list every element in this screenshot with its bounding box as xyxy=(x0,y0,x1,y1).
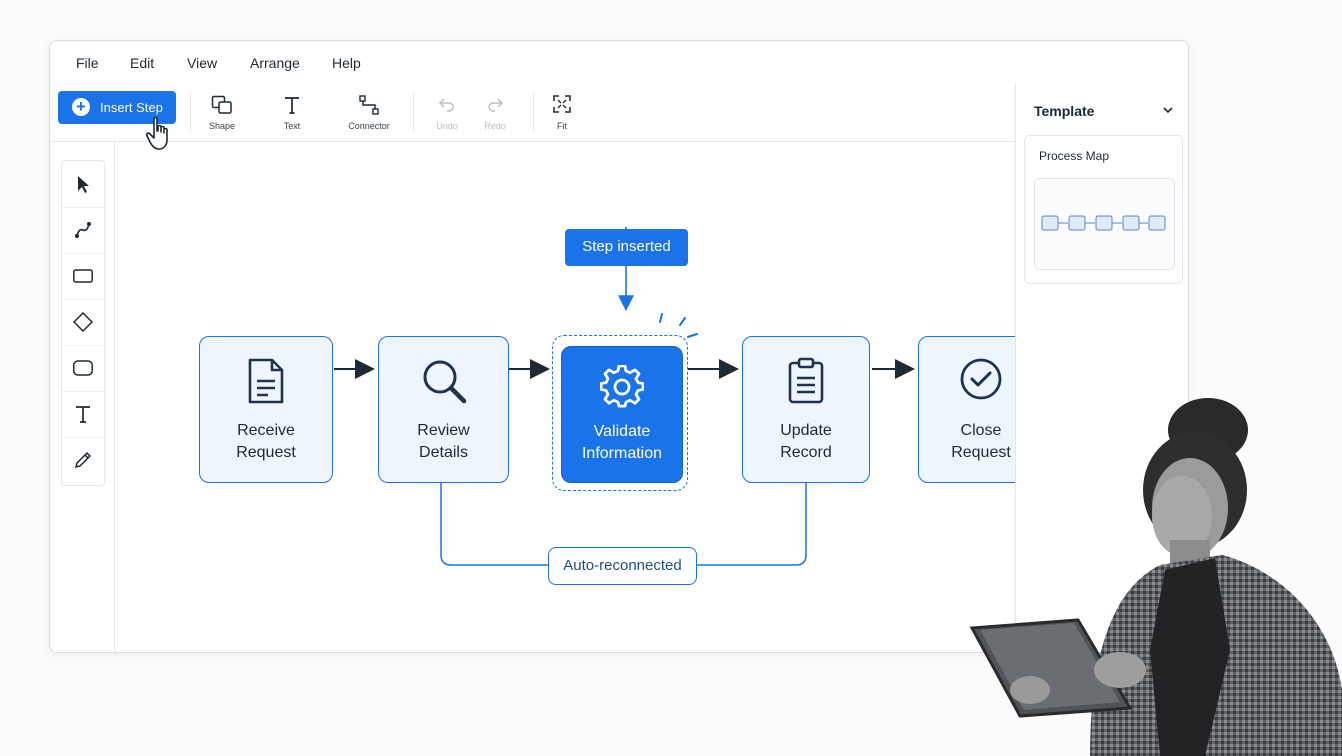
connector-tool-label: Connector xyxy=(348,121,390,131)
search-icon xyxy=(423,360,466,404)
text-icon xyxy=(76,406,90,423)
redo-label: Redo xyxy=(484,121,506,131)
gear-icon xyxy=(600,365,644,408)
pen-tool[interactable] xyxy=(62,437,104,483)
node-label-line1: Receive xyxy=(237,422,295,439)
menu-file[interactable]: File xyxy=(76,55,99,71)
auto-reconnected-label: Auto-reconnected xyxy=(548,547,697,585)
person-with-tablet-photo xyxy=(969,398,1342,756)
diamond-icon xyxy=(73,312,93,332)
menu-edit[interactable]: Edit xyxy=(130,55,154,71)
pen-icon xyxy=(74,451,92,469)
redo-button[interactable]: Redo xyxy=(474,83,516,141)
process-map-template-card[interactable]: Process Map xyxy=(1024,135,1183,284)
connector-tool-button[interactable]: Connector xyxy=(336,83,402,141)
undo-label: Undo xyxy=(436,121,458,131)
node-review-details[interactable]: Review Details xyxy=(378,336,509,483)
chevron-down-icon[interactable] xyxy=(1162,105,1174,115)
pointer-tool[interactable] xyxy=(62,161,104,208)
template-panel-title: Template xyxy=(1034,103,1095,119)
fit-icon xyxy=(553,95,571,113)
toolbar: + Insert Step Shape Text Connector Undo … xyxy=(50,83,1015,142)
node-label-line1: Validate xyxy=(593,423,651,440)
text-tool-button[interactable]: Text xyxy=(268,83,316,141)
node-label-line1: Review xyxy=(417,422,470,439)
left-sidebar xyxy=(50,142,115,652)
node-label-line1: Update xyxy=(780,422,832,439)
shape-icon xyxy=(211,95,232,114)
tool-palette xyxy=(61,160,105,486)
connector-line-tool[interactable] xyxy=(62,207,104,254)
menu-help[interactable]: Help xyxy=(332,55,361,71)
node-label-line2: Request xyxy=(236,444,296,461)
toolbar-divider xyxy=(413,93,414,131)
text-tool-label: Text xyxy=(283,121,301,131)
shape-tool-button[interactable]: Shape xyxy=(198,83,246,141)
node-validate-information[interactable]: Validate Information xyxy=(561,346,683,483)
menu-bar: File Edit View Arrange Help xyxy=(50,41,1188,84)
process-map-preview xyxy=(1041,215,1166,231)
diagram-canvas[interactable]: Step inserted Receive Request Review Det… xyxy=(115,142,1044,652)
toolbar-divider xyxy=(190,93,191,131)
document-icon xyxy=(248,358,284,404)
rounded-rectangle-tool[interactable] xyxy=(62,345,104,392)
node-update-record[interactable]: Update Record xyxy=(742,336,870,483)
node-label-line2: Information xyxy=(581,445,663,462)
text-tool[interactable] xyxy=(62,391,104,438)
template-card-title: Process Map xyxy=(1039,149,1110,163)
menu-view[interactable]: View xyxy=(187,55,217,71)
redo-icon xyxy=(488,98,504,112)
plus-icon: + xyxy=(72,98,90,116)
template-thumbnail xyxy=(1034,178,1175,270)
step-inserted-callout: Step inserted xyxy=(565,229,688,266)
node-receive-request[interactable]: Receive Request xyxy=(199,336,333,483)
node-label-line2: Details xyxy=(419,444,468,461)
fit-button[interactable]: Fit xyxy=(542,83,582,141)
shape-tool-label: Shape xyxy=(208,121,236,131)
toolbar-divider xyxy=(533,93,534,131)
fit-label: Fit xyxy=(557,121,567,131)
clipboard-icon xyxy=(788,357,824,404)
connector-line-icon xyxy=(75,222,91,238)
text-icon xyxy=(285,97,299,114)
rectangle-tool[interactable] xyxy=(62,253,104,300)
undo-icon xyxy=(438,98,454,112)
menu-arrange[interactable]: Arrange xyxy=(250,55,300,71)
hand-cursor-icon xyxy=(146,116,168,150)
sparkle-marks xyxy=(659,313,698,338)
undo-button[interactable]: Undo xyxy=(426,83,468,141)
rectangle-icon xyxy=(73,269,93,283)
pointer-icon xyxy=(78,176,89,193)
rounded-rectangle-icon xyxy=(73,360,93,376)
insert-step-label: Insert Step xyxy=(100,100,163,115)
node-label-line2: Record xyxy=(780,444,832,461)
diamond-tool[interactable] xyxy=(62,299,104,346)
connector-icon xyxy=(359,95,379,115)
